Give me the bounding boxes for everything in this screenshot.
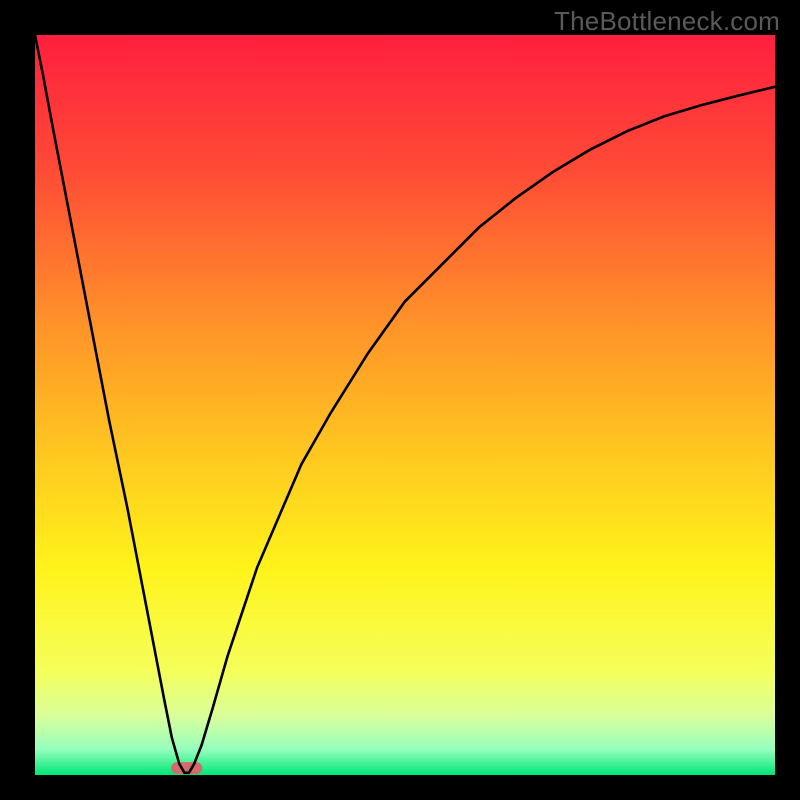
- gradient-background: [35, 35, 775, 775]
- bottleneck-chart: [35, 35, 775, 775]
- watermark-text: TheBottleneck.com: [554, 6, 780, 37]
- chart-frame: TheBottleneck.com: [0, 0, 800, 800]
